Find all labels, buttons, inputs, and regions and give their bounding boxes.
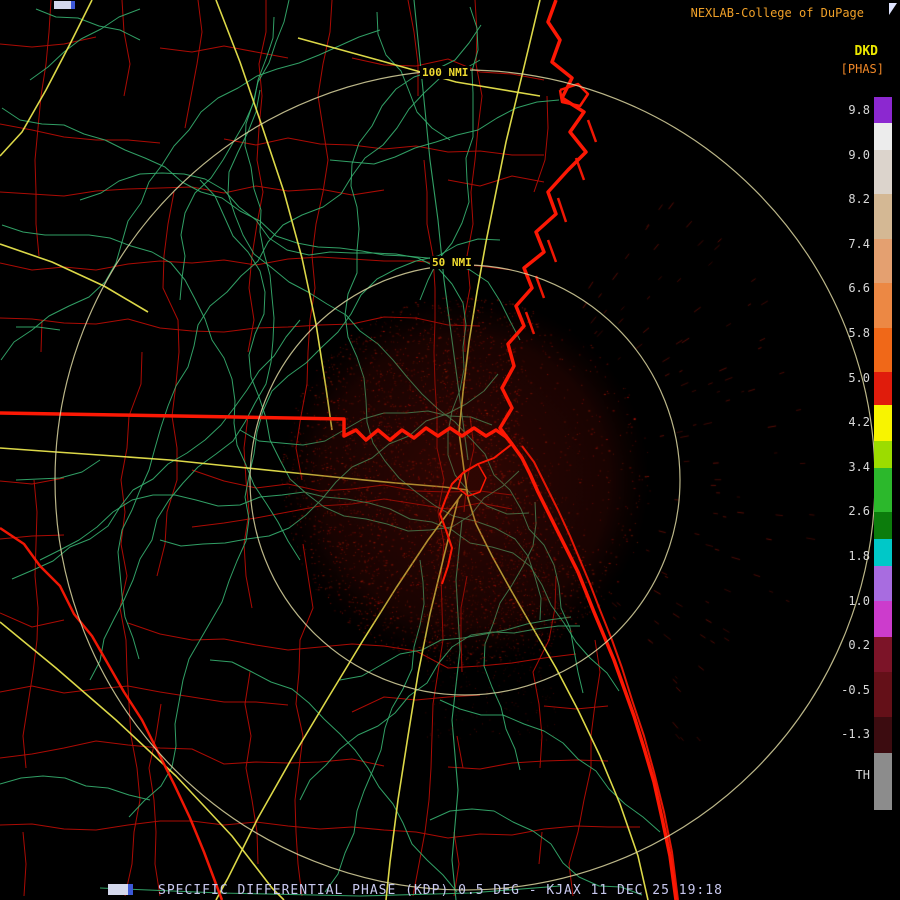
status-bar: SPECIFIC DIFFERENTIAL PHASE (KDP) 0.5 DE… <box>158 883 723 898</box>
status-text: SPECIFIC DIFFERENTIAL PHASE (KDP) 0.5 DE… <box>158 883 723 898</box>
product-code-label: DKD <box>854 44 878 59</box>
corner-mark-topleft <box>54 1 75 9</box>
radar-viewer: 100 NMI 50 NMI NEXLAB-College of DuPage … <box>0 0 900 900</box>
range-ring-label-50nmi: 50 NMI <box>430 256 474 269</box>
corner-mark-bottomleft <box>108 884 133 895</box>
coastline-rings-layer <box>0 0 876 900</box>
attribution-text: NEXLAB-College of DuPage <box>690 6 864 20</box>
product-units-label: [PHAS] <box>840 62 884 76</box>
cursor-icon <box>889 3 897 15</box>
range-ring-label-100nmi: 100 NMI <box>420 66 471 79</box>
